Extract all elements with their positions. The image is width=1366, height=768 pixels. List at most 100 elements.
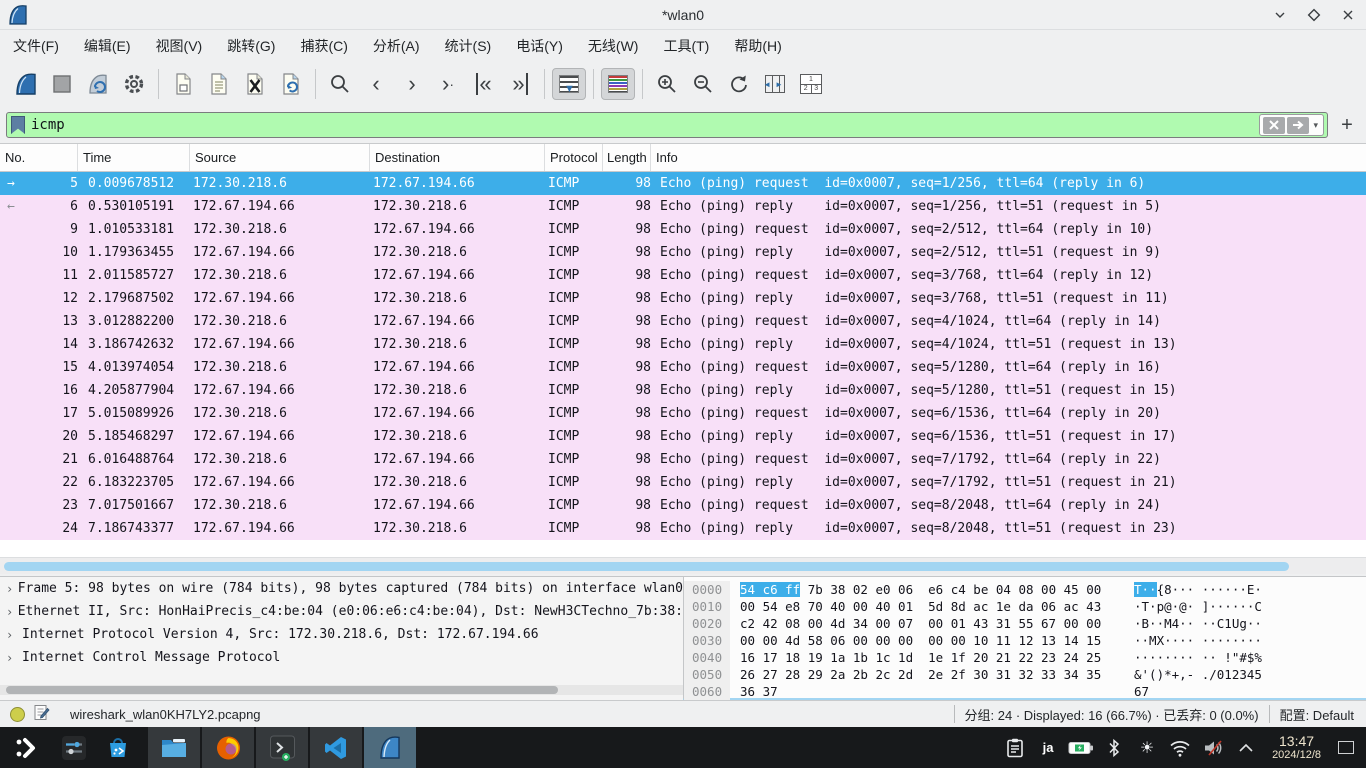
maximize-button[interactable] (1304, 5, 1324, 25)
menu-item-10[interactable]: 帮助(H) (734, 36, 781, 56)
column-protocol[interactable]: Protocol (545, 144, 603, 171)
packet-row-17[interactable]: 175.015089926172.30.218.6172.67.194.66IC… (0, 402, 1366, 425)
start-capture-button[interactable] (9, 68, 43, 100)
packet-row-12[interactable]: 122.179687502172.67.194.66172.30.218.6IC… (0, 287, 1366, 310)
add-filter-button[interactable]: + (1334, 112, 1360, 138)
wireshark-task[interactable] (364, 727, 416, 768)
zoom-out-button[interactable] (686, 68, 720, 100)
save-file-button[interactable] (202, 68, 236, 100)
column-destination[interactable]: Destination (370, 144, 545, 171)
hex-bytes[interactable]: 26 27 28 29 2a 2b 2c 2d 2e 2f 30 31 32 3… (740, 666, 1134, 683)
expand-chevron-icon[interactable]: › (6, 582, 18, 596)
details-hscrollbar[interactable] (0, 685, 683, 695)
layout-button[interactable]: 123 (794, 68, 828, 100)
packet-row-5[interactable]: →50.009678512172.30.218.6172.67.194.66IC… (0, 172, 1366, 195)
hex-ascii[interactable]: T··{8··· ······E· (1134, 581, 1262, 598)
first-packet-button[interactable]: « (467, 68, 501, 100)
zoom-in-button[interactable] (650, 68, 684, 100)
go-to-packet-button[interactable]: ›· (431, 68, 465, 100)
expand-chevron-icon[interactable]: › (6, 628, 22, 642)
hex-row-0010[interactable]: 001000 54 e8 70 40 00 40 01 5d 8d ac 1e … (684, 598, 1366, 615)
expand-chevron-icon[interactable]: › (6, 605, 18, 619)
menu-item-5[interactable]: 分析(A) (373, 36, 420, 56)
go-forward-button[interactable]: › (395, 68, 429, 100)
auto-scroll-button[interactable]: ▼ (552, 68, 586, 100)
packet-row-11[interactable]: 112.011585727172.30.218.6172.67.194.66IC… (0, 264, 1366, 287)
hex-row-0000[interactable]: 000054 c6 ff 7b 38 02 e0 06 e6 c4 be 04 … (684, 581, 1366, 598)
resize-columns-button[interactable]: ◄► (758, 68, 792, 100)
packet-row-6[interactable]: ←60.530105191172.67.194.66172.30.218.6IC… (0, 195, 1366, 218)
wifi-icon[interactable] (1167, 733, 1193, 763)
menu-item-3[interactable]: 跳转(G) (227, 36, 275, 56)
vscode-task[interactable] (310, 727, 362, 768)
hex-ascii[interactable]: ·T·p@·@· ]······C (1134, 598, 1262, 615)
clock[interactable]: 13:47 2024/12/8 (1272, 734, 1321, 761)
menu-item-0[interactable]: 文件(F) (13, 36, 59, 56)
restart-capture-button[interactable] (81, 68, 115, 100)
clipboard-icon[interactable] (1002, 733, 1028, 763)
packet-list-hscrollbar[interactable] (0, 557, 1366, 574)
column-source[interactable]: Source (190, 144, 370, 171)
menu-item-7[interactable]: 电话(Y) (516, 36, 563, 56)
zoom-reset-button[interactable] (722, 68, 756, 100)
firefox-task[interactable] (202, 727, 254, 768)
bookmark-icon[interactable] (11, 116, 25, 134)
input-method-indicator[interactable]: ja (1035, 733, 1061, 763)
discover-store-button[interactable] (96, 727, 140, 768)
column-no[interactable]: No. (0, 144, 78, 171)
expand-tray-icon[interactable] (1233, 733, 1259, 763)
packet-row-15[interactable]: 154.013974054172.30.218.6172.67.194.66IC… (0, 356, 1366, 379)
hex-ascii[interactable]: &'()*+,- ./012345 (1134, 666, 1262, 683)
expand-chevron-icon[interactable]: › (6, 651, 22, 665)
hex-bytes[interactable]: 00 00 4d 58 06 00 00 00 00 00 10 11 12 1… (740, 632, 1134, 649)
hex-bytes[interactable]: 16 17 18 19 1a 1b 1c 1d 1e 1f 20 21 22 2… (740, 649, 1134, 666)
brightness-icon[interactable]: ☀ (1134, 733, 1160, 763)
packet-bytes-pane[interactable]: 000054 c6 ff 7b 38 02 e0 06 e6 c4 be 04 … (683, 576, 1366, 700)
detail-line-3[interactable]: ›Internet Control Message Protocol (0, 646, 683, 669)
hex-ascii[interactable]: ·B··M4·· ··C1Ug·· (1134, 615, 1262, 632)
close-button[interactable] (1338, 5, 1358, 25)
detail-line-1[interactable]: ›Ethernet II, Src: HonHaiPrecis_c4:be:04… (0, 600, 683, 623)
hex-bytes[interactable]: 00 54 e8 70 40 00 40 01 5d 8d ac 1e da 0… (740, 598, 1134, 615)
system-settings-button[interactable] (52, 727, 96, 768)
menu-item-4[interactable]: 捕获(C) (300, 36, 347, 56)
capture-options-button[interactable] (117, 68, 151, 100)
packet-row-20[interactable]: 205.185468297172.67.194.66172.30.218.6IC… (0, 425, 1366, 448)
terminal-task[interactable] (256, 727, 308, 768)
hex-ascii[interactable]: ··MX···· ········ (1134, 632, 1262, 649)
stop-capture-button[interactable] (45, 68, 79, 100)
packet-row-23[interactable]: 237.017501667172.30.218.6172.67.194.66IC… (0, 494, 1366, 517)
reload-file-button[interactable] (274, 68, 308, 100)
close-file-button[interactable] (238, 68, 272, 100)
detail-line-2[interactable]: ›Internet Protocol Version 4, Src: 172.3… (0, 623, 683, 646)
menu-item-2[interactable]: 视图(V) (156, 36, 203, 56)
menu-item-6[interactable]: 统计(S) (445, 36, 492, 56)
menu-item-8[interactable]: 无线(W) (588, 36, 639, 56)
profile-label[interactable]: 配置: Default (1280, 705, 1354, 724)
hex-row-0040[interactable]: 004016 17 18 19 1a 1b 1c 1d 1e 1f 20 21 … (684, 649, 1366, 666)
hex-ascii[interactable]: ········ ·· !"#$% (1134, 649, 1262, 666)
expert-info-icon[interactable] (10, 707, 25, 722)
hex-row-0060[interactable]: 006036 3767 (684, 683, 1366, 700)
hex-row-0030[interactable]: 003000 00 4d 58 06 00 00 00 00 00 10 11 … (684, 632, 1366, 649)
find-packet-button[interactable] (323, 68, 357, 100)
hex-bytes[interactable]: c2 42 08 00 4d 34 00 07 00 01 43 31 55 6… (740, 615, 1134, 632)
packet-row-13[interactable]: 133.012882200172.30.218.6172.67.194.66IC… (0, 310, 1366, 333)
display-filter-field[interactable]: ▾ (6, 112, 1328, 138)
capture-comment-icon[interactable] (33, 704, 50, 724)
hscrollbar-thumb[interactable] (4, 562, 1289, 571)
hex-row-0020[interactable]: 0020c2 42 08 00 4d 34 00 07 00 01 43 31 … (684, 615, 1366, 632)
packet-row-21[interactable]: 216.016488764172.30.218.6172.67.194.66IC… (0, 448, 1366, 471)
hex-ascii[interactable]: 67 (1134, 683, 1149, 700)
filter-dropdown-caret[interactable]: ▾ (1313, 120, 1318, 131)
hex-bytes[interactable]: 54 c6 ff 7b 38 02 e0 06 e6 c4 be 04 08 0… (740, 581, 1134, 598)
open-file-button[interactable] (166, 68, 200, 100)
menu-item-9[interactable]: 工具(T) (663, 36, 709, 56)
hex-row-0050[interactable]: 005026 27 28 29 2a 2b 2c 2d 2e 2f 30 31 … (684, 666, 1366, 683)
volume-muted-icon[interactable] (1200, 733, 1226, 763)
file-manager-task[interactable] (148, 727, 200, 768)
last-packet-button[interactable]: » (503, 68, 537, 100)
details-scroll-thumb[interactable] (6, 686, 558, 694)
clear-filter-button[interactable] (1263, 117, 1285, 134)
column-info[interactable]: Info (651, 144, 1366, 171)
